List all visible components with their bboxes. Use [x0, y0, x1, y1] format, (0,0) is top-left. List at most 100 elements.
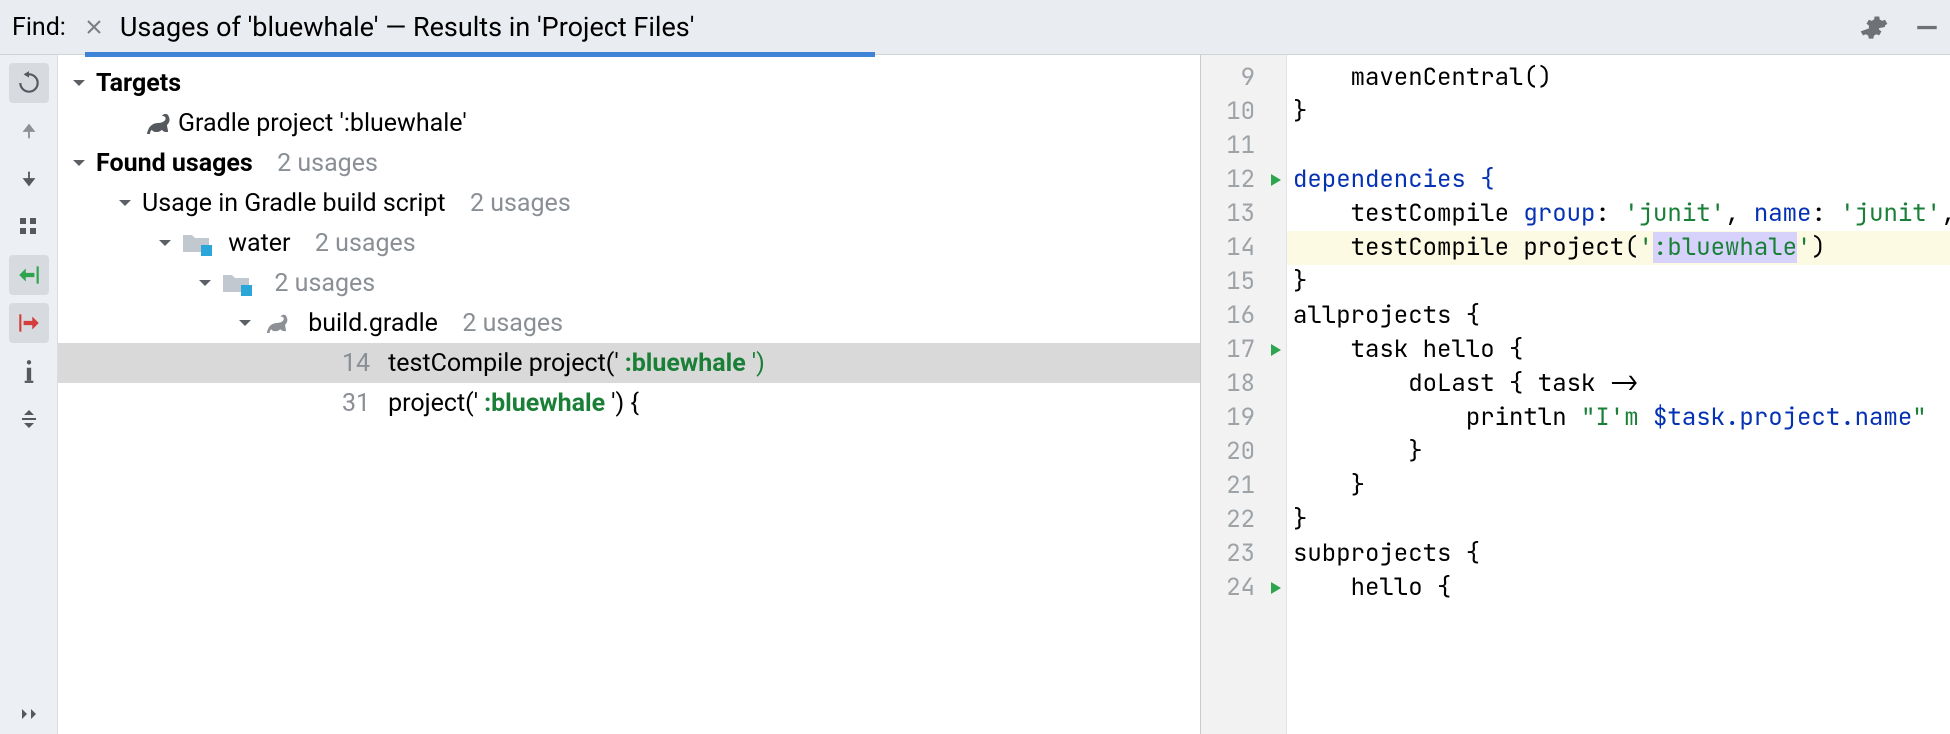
- chevron-down-icon: [68, 72, 90, 94]
- info-icon[interactable]: [9, 351, 49, 391]
- usage-text-prefix: project(': [388, 389, 478, 418]
- usage-line-number: 14: [342, 349, 370, 378]
- chevron-down-icon: [234, 312, 256, 334]
- editor-code[interactable]: mavenCentral()} dependencies { testCompil…: [1287, 55, 1950, 734]
- active-tab-indicator: [85, 52, 875, 57]
- gear-icon[interactable]: [1860, 13, 1888, 41]
- find-panel-header: Find: Usages of 'bluewhale' — Results in…: [0, 0, 1950, 55]
- usage-occurrence[interactable]: 14 testCompile project(':bluewhale'): [58, 343, 1200, 383]
- tree-node-file[interactable]: build.gradle 2 usages: [58, 303, 1200, 343]
- fold-marker: [1265, 61, 1286, 95]
- chevron-down-icon: [68, 152, 90, 174]
- usage-group-label: Usage in Gradle build script: [142, 189, 446, 218]
- usage-group-count: 2 usages: [470, 189, 571, 218]
- line-number: 21: [1201, 469, 1265, 503]
- code-line[interactable]: }: [1287, 95, 1950, 129]
- more-icon[interactable]: [9, 694, 49, 734]
- code-line[interactable]: println "I'm $task.project.name": [1287, 401, 1950, 435]
- editor-preview: 9101112131415161718192021222324 mavenCen…: [1200, 55, 1950, 734]
- targets-label: Targets: [96, 69, 181, 98]
- line-number: 24: [1201, 571, 1265, 605]
- gradle-elephant-icon: [142, 112, 172, 134]
- module-name: water: [228, 229, 290, 258]
- line-number: 13: [1201, 197, 1265, 231]
- code-line[interactable]: testCompile group: 'junit', name: 'junit…: [1287, 197, 1950, 231]
- code-line[interactable]: }: [1287, 265, 1950, 299]
- code-line[interactable]: }: [1287, 503, 1950, 537]
- editor-gutter: 9101112131415161718192021222324: [1201, 55, 1265, 734]
- usage-text-suffix: '): [752, 349, 765, 378]
- code-line[interactable]: task hello {: [1287, 333, 1950, 367]
- fold-marker: [1265, 367, 1286, 401]
- line-number: 19: [1201, 401, 1265, 435]
- fold-marker: [1265, 537, 1286, 571]
- tree-node-found-usages[interactable]: Found usages 2 usages: [58, 143, 1200, 183]
- found-usages-label: Found usages: [96, 149, 253, 178]
- fold-marker: [1265, 129, 1286, 163]
- code-line[interactable]: dependencies {: [1287, 163, 1950, 197]
- usages-tree: Targets Gradle project ':bluewhale' Foun…: [58, 55, 1200, 734]
- usage-text-prefix: testCompile project(': [388, 349, 619, 378]
- merge-down-icon[interactable]: [9, 255, 49, 295]
- line-number: 15: [1201, 265, 1265, 299]
- found-usages-count: 2 usages: [277, 149, 378, 178]
- code-line[interactable]: [1287, 129, 1950, 163]
- code-line[interactable]: testCompile project(':bluewhale'): [1287, 231, 1950, 265]
- rerun-icon[interactable]: [9, 63, 49, 103]
- tree-node-module[interactable]: water 2 usages: [58, 223, 1200, 263]
- fold-marker: [1265, 231, 1286, 265]
- file-name: build.gradle: [308, 309, 438, 338]
- usage-text-suffix: ') {: [611, 389, 639, 418]
- usage-line-number: 31: [342, 389, 370, 418]
- editor-fold-column: [1265, 55, 1287, 734]
- line-number: 22: [1201, 503, 1265, 537]
- line-number: 20: [1201, 435, 1265, 469]
- merge-up-icon[interactable]: [9, 303, 49, 343]
- find-label: Find:: [12, 13, 66, 42]
- module-count: 2 usages: [315, 229, 416, 258]
- usage-text-highlight: :bluewhale: [625, 349, 746, 378]
- expand-all-icon[interactable]: [9, 399, 49, 439]
- usage-text-highlight: :bluewhale: [484, 389, 605, 418]
- minimize-icon[interactable]: [1914, 14, 1940, 40]
- code-line[interactable]: doLast { task ->: [1287, 367, 1950, 401]
- close-tab-icon[interactable]: [86, 19, 102, 35]
- line-number: 10: [1201, 95, 1265, 129]
- group-by-icon[interactable]: [9, 207, 49, 247]
- line-number: 14: [1201, 231, 1265, 265]
- tree-node-target-item[interactable]: Gradle project ':bluewhale': [58, 103, 1200, 143]
- fold-marker[interactable]: [1265, 333, 1286, 367]
- line-number: 9: [1201, 61, 1265, 95]
- tree-node-targets[interactable]: Targets: [58, 63, 1200, 103]
- fold-marker: [1265, 469, 1286, 503]
- line-number: 23: [1201, 537, 1265, 571]
- line-number: 12: [1201, 163, 1265, 197]
- line-number: 16: [1201, 299, 1265, 333]
- code-line[interactable]: hello {: [1287, 571, 1950, 605]
- code-line[interactable]: allprojects {: [1287, 299, 1950, 333]
- fold-marker: [1265, 265, 1286, 299]
- module-folder-icon: [182, 232, 210, 254]
- chevron-down-icon: [194, 272, 216, 294]
- tree-node-usage-group[interactable]: Usage in Gradle build script 2 usages: [58, 183, 1200, 223]
- line-number: 18: [1201, 367, 1265, 401]
- chevron-down-icon: [114, 192, 136, 214]
- find-tab-title[interactable]: Usages of 'bluewhale' — Results in 'Proj…: [120, 11, 695, 43]
- usage-occurrence[interactable]: 31 project(':bluewhale') {: [58, 383, 1200, 423]
- fold-marker[interactable]: [1265, 571, 1286, 605]
- fold-marker: [1265, 299, 1286, 333]
- code-line[interactable]: mavenCentral(): [1287, 61, 1950, 95]
- next-occurrence-icon[interactable]: [9, 159, 49, 199]
- tree-node-subfolder[interactable]: 2 usages: [58, 263, 1200, 303]
- fold-marker: [1265, 95, 1286, 129]
- line-number: 11: [1201, 129, 1265, 163]
- fold-marker: [1265, 401, 1286, 435]
- fold-marker: [1265, 503, 1286, 537]
- fold-marker[interactable]: [1265, 163, 1286, 197]
- fold-marker: [1265, 197, 1286, 231]
- code-line[interactable]: }: [1287, 469, 1950, 503]
- prev-occurrence-icon[interactable]: [9, 111, 49, 151]
- code-line[interactable]: subprojects {: [1287, 537, 1950, 571]
- find-toolbar: [0, 55, 58, 734]
- code-line[interactable]: }: [1287, 435, 1950, 469]
